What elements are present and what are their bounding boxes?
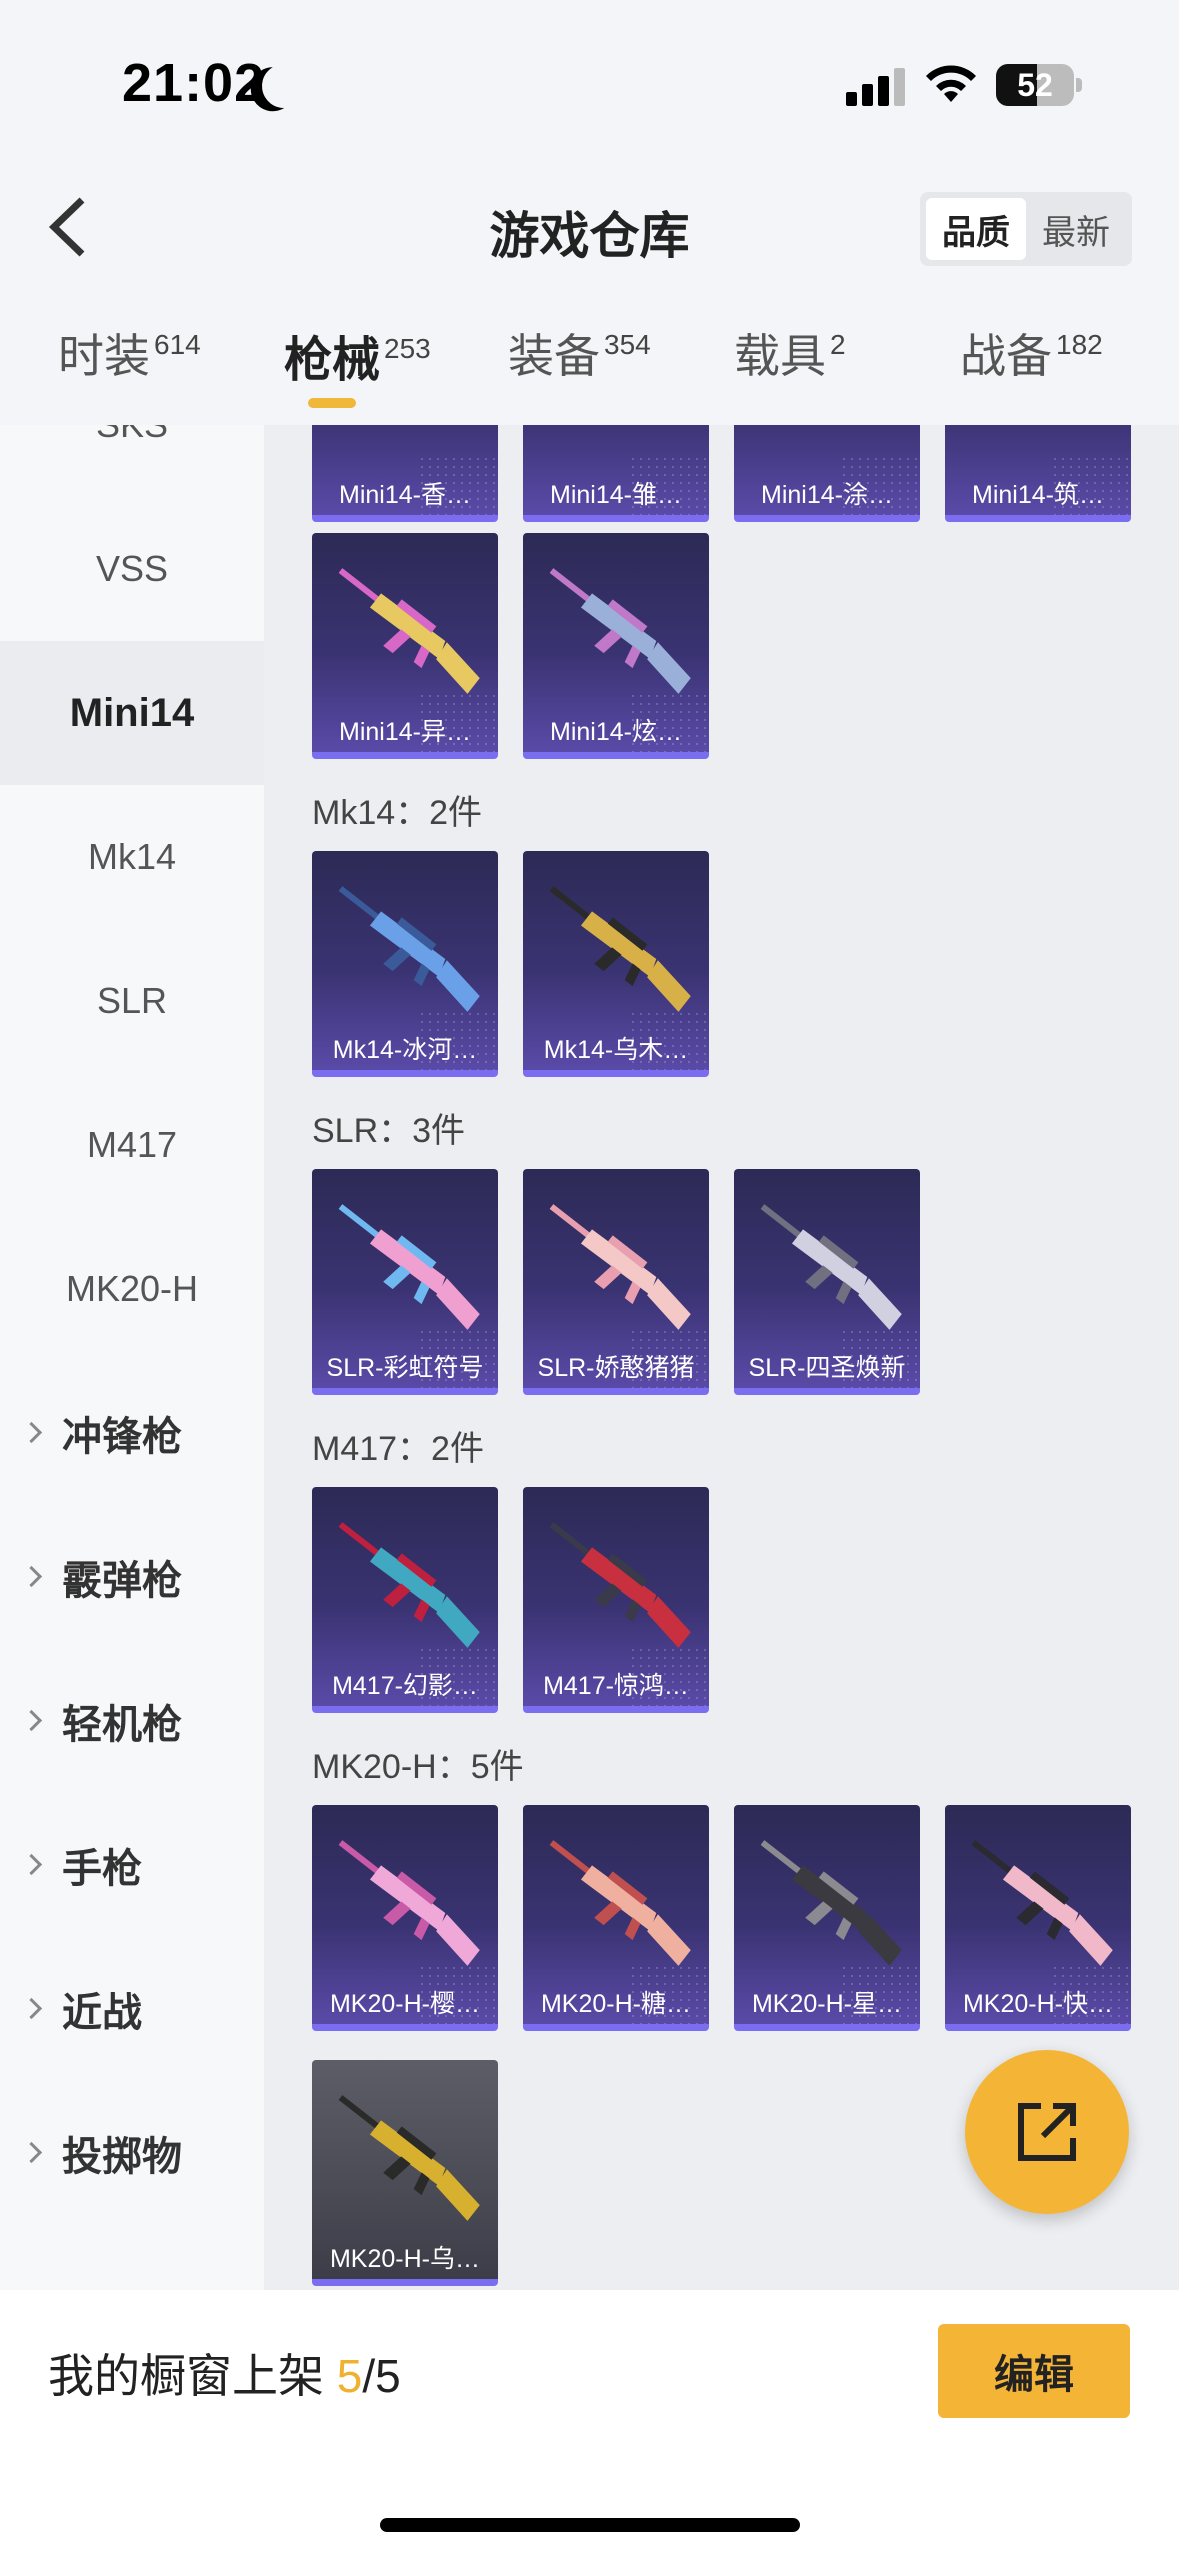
tab-equipment[interactable]: 装备 354	[508, 320, 651, 420]
showcase-total: /5	[362, 2350, 401, 2402]
active-tab-indicator	[308, 398, 356, 408]
sidebar-item-mk14[interactable]: Mk14	[0, 785, 264, 929]
sort-toggle: 品质 最新	[920, 192, 1132, 266]
section-label-m417: M417：2件	[312, 1430, 484, 1468]
weapon-card[interactable]: MK20-H-星…	[734, 1805, 920, 2031]
sidebar-group-pistol[interactable]: 手枪	[0, 1793, 264, 1937]
weapon-card[interactable]: Mini14-涂…	[734, 425, 920, 522]
bottom-bar: 我的橱窗上架 5/5 编辑	[0, 2290, 1179, 2556]
weapon-grid: Mini14-香… Mini14-雏… Mini14-涂… Mini14-筑… …	[264, 425, 1179, 2290]
sidebar-item-mini14[interactable]: Mini14	[0, 641, 264, 785]
gun-image	[549, 1522, 691, 1648]
gun-image	[549, 1204, 691, 1330]
share-fab-button[interactable]	[965, 2050, 1129, 2214]
home-indicator	[380, 2518, 800, 2532]
section-label-mk14: Mk14：2件	[312, 794, 483, 832]
chevron-right-icon	[24, 1855, 44, 1875]
gun-image	[549, 1840, 691, 1966]
tab-fashion[interactable]: 时装 614	[58, 320, 201, 420]
edit-button[interactable]: 编辑	[938, 2324, 1130, 2418]
chevron-right-icon	[24, 1999, 44, 2019]
weapon-card[interactable]: Mini14-异…	[312, 533, 498, 759]
tab-supplies[interactable]: 战备 182	[960, 320, 1103, 420]
weapon-card[interactable]: MK20-H-糖…	[523, 1805, 709, 2031]
gun-image	[549, 886, 691, 1012]
weapon-card[interactable]: Mini14-炫…	[523, 533, 709, 759]
sidebar-group-shotgun[interactable]: 霰弹枪	[0, 1505, 264, 1649]
tab-count: 354	[604, 329, 651, 360]
chevron-right-icon	[24, 1567, 44, 1587]
status-time: 21:02	[122, 53, 266, 113]
gun-image	[549, 568, 691, 694]
weapon-card[interactable]: Mk14-冰河…	[312, 851, 498, 1077]
gun-image	[971, 1840, 1113, 1966]
tab-guns[interactable]: 枪械 253	[284, 320, 431, 420]
sidebar-group-melee[interactable]: 近战	[0, 1937, 264, 2081]
tab-count: 182	[1056, 329, 1103, 360]
weapon-card[interactable]: Mini14-雏…	[523, 425, 709, 522]
weapon-card[interactable]: SLR-四圣焕新	[734, 1169, 920, 1395]
gun-image	[338, 1522, 480, 1648]
weapon-card[interactable]: Mini14-香…	[312, 425, 498, 522]
status-bar: 21:02 52	[0, 0, 1179, 150]
sidebar-item-vss[interactable]: VSS	[0, 497, 264, 641]
moon-icon	[257, 59, 311, 113]
sort-quality-button[interactable]: 品质	[926, 198, 1026, 260]
chevron-right-icon	[24, 1711, 44, 1731]
weapon-card[interactable]: MK20-H-快…	[945, 1805, 1131, 2031]
sidebar-group-smg[interactable]: 冲锋枪	[0, 1361, 264, 1505]
weapon-card[interactable]: M417-惊鸿…	[523, 1487, 709, 1713]
gun-image	[338, 568, 480, 694]
weapon-card[interactable]: SLR-彩虹符号	[312, 1169, 498, 1395]
gun-image	[760, 1204, 902, 1330]
sort-newest-button[interactable]: 最新	[1026, 198, 1126, 260]
chevron-right-icon	[24, 2143, 44, 2163]
weapon-card[interactable]: MK20-H-乌…	[312, 2060, 498, 2286]
gun-image	[760, 1840, 902, 1966]
gun-image	[338, 1204, 480, 1330]
signal-icon	[846, 68, 906, 106]
tab-vehicles[interactable]: 载具 2	[734, 320, 846, 420]
chevron-right-icon	[24, 1423, 44, 1443]
sidebar-item-sks[interactable]: SKS	[0, 425, 264, 497]
tab-count: 614	[154, 329, 201, 360]
sidebar-item-mk20h[interactable]: MK20-H	[0, 1217, 264, 1361]
sidebar-group-throwable[interactable]: 投掷物	[0, 2081, 264, 2225]
gun-image	[338, 1840, 480, 1966]
battery-level: 52	[1017, 67, 1053, 103]
share-icon	[1018, 2103, 1076, 2161]
gun-image	[338, 2095, 480, 2221]
battery-icon: 52	[996, 64, 1082, 106]
tab-count: 253	[384, 333, 431, 364]
showcase-status: 我的橱窗上架 5/5	[48, 2350, 401, 2402]
sidebar-item-m417[interactable]: M417	[0, 1073, 264, 1217]
sidebar-group-lmg[interactable]: 轻机枪	[0, 1649, 264, 1793]
tab-count: 2	[830, 329, 846, 360]
header: 游戏仓库 品质 最新	[0, 170, 1179, 290]
section-label-mk20h: MK20-H：5件	[312, 1748, 524, 1786]
showcase-current-count: 5	[336, 2350, 363, 2402]
wifi-icon	[926, 65, 976, 102]
weapon-card[interactable]: MK20-H-樱…	[312, 1805, 498, 2031]
sidebar: SKS VSS Mini14 Mk14 SLR M417 MK20-H 冲锋枪 …	[0, 425, 264, 2290]
weapon-card[interactable]: M417-幻影…	[312, 1487, 498, 1713]
sidebar-item-slr[interactable]: SLR	[0, 929, 264, 1073]
section-label-slr: SLR：3件	[312, 1112, 466, 1150]
weapon-card[interactable]: Mk14-乌木…	[523, 851, 709, 1077]
weapon-card[interactable]: Mini14-筑…	[945, 425, 1131, 522]
gun-image	[338, 886, 480, 1012]
category-tabs: 时装 614 枪械 253 装备 354 载具 2 战备 182	[0, 320, 1179, 420]
weapon-card[interactable]: SLR-娇憨猪猪	[523, 1169, 709, 1395]
